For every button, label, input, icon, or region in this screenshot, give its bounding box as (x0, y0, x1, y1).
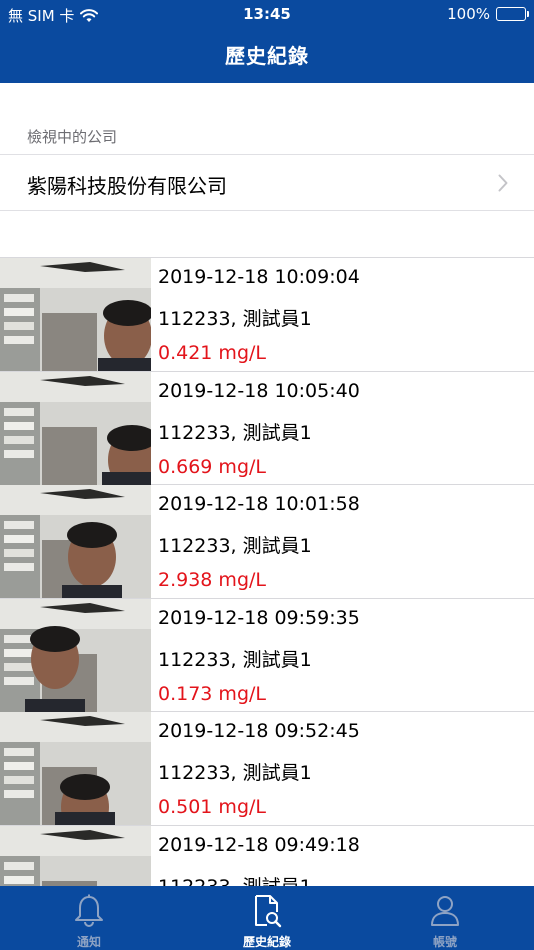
record-tester: 112233, 測試員1 (158, 535, 312, 557)
chevron-right-icon (498, 174, 508, 192)
record-alcohol-value: 0.421 mg/L (158, 342, 266, 364)
record-photo-thumbnail (0, 598, 151, 712)
record-datetime: 2019-12-18 10:09:04 (158, 266, 360, 288)
record-datetime: 2019-12-18 09:59:35 (158, 606, 360, 629)
record-photo-thumbnail (0, 712, 151, 825)
record-datetime: 2019-12-18 10:01:58 (158, 493, 360, 515)
record-tester: 112233, 測試員1 (158, 421, 312, 444)
record-alcohol-value: 2.938 mg/L (158, 569, 266, 591)
tab-bar: 通知 歷史紀錄 帳號 (0, 886, 534, 950)
record-datetime: 2019-12-18 10:05:40 (158, 379, 360, 402)
record-row[interactable]: 2019-12-18 10:09:04 112233, 測試員1 0.421 m… (0, 258, 534, 372)
record-photo-thumbnail (0, 485, 151, 598)
record-datetime: 2019-12-18 09:49:18 (158, 833, 360, 856)
record-alcohol-value: 0.669 mg/L (158, 455, 266, 478)
tab-notifications[interactable]: 通知 (0, 886, 178, 950)
tab-history[interactable]: 歷史紀錄 (178, 886, 356, 950)
page-title: 歷史紀錄 (225, 44, 309, 68)
record-row[interactable]: 2019-12-18 09:59:35 112233, 測試員1 0.173 m… (0, 598, 534, 712)
record-tester: 112233, 測試員1 (158, 872, 312, 887)
record-datetime: 2019-12-18 09:52:45 (158, 720, 360, 742)
record-row[interactable]: 2019-12-18 09:49:18 112233, 測試員1 (0, 825, 534, 887)
history-record-list[interactable]: 2019-12-18 10:09:04 112233, 測試員1 0.421 m… (0, 257, 534, 886)
document-search-icon (255, 895, 282, 928)
battery-icon (496, 7, 529, 21)
record-alcohol-value: 0.501 mg/L (158, 796, 266, 818)
navigation-header: 無 SIM 卡 13:45 100% 歷史紀錄 (0, 0, 534, 83)
status-bar: 無 SIM 卡 13:45 100% (0, 0, 534, 28)
tab-label-account: 帳號 (432, 935, 457, 949)
record-photo-thumbnail (0, 258, 151, 371)
record-alcohol-value: 0.173 mg/L (158, 682, 266, 705)
company-section-label: 檢視中的公司 (27, 128, 118, 146)
company-selector-row[interactable]: 紫陽科技股份有限公司 (0, 154, 534, 211)
user-icon (431, 896, 459, 926)
battery-percentage: 100% (447, 5, 490, 23)
record-row[interactable]: 2019-12-18 09:52:45 112233, 測試員1 0.501 m… (0, 712, 534, 826)
record-tester: 112233, 測試員1 (158, 308, 312, 330)
company-name: 紫陽科技股份有限公司 (27, 174, 227, 198)
tab-label-history: 歷史紀錄 (242, 935, 291, 949)
record-tester: 112233, 測試員1 (158, 762, 312, 784)
record-photo-thumbnail (0, 825, 151, 886)
tab-account[interactable]: 帳號 (356, 886, 534, 950)
tab-label-notifications: 通知 (76, 935, 101, 949)
bell-icon (75, 894, 103, 927)
record-row[interactable]: 2019-12-18 10:05:40 112233, 測試員1 0.669 m… (0, 371, 534, 485)
record-row[interactable]: 2019-12-18 10:01:58 112233, 測試員1 2.938 m… (0, 485, 534, 599)
record-photo-thumbnail (0, 371, 151, 485)
record-tester: 112233, 測試員1 (158, 648, 312, 671)
status-right: 100% (447, 5, 529, 23)
